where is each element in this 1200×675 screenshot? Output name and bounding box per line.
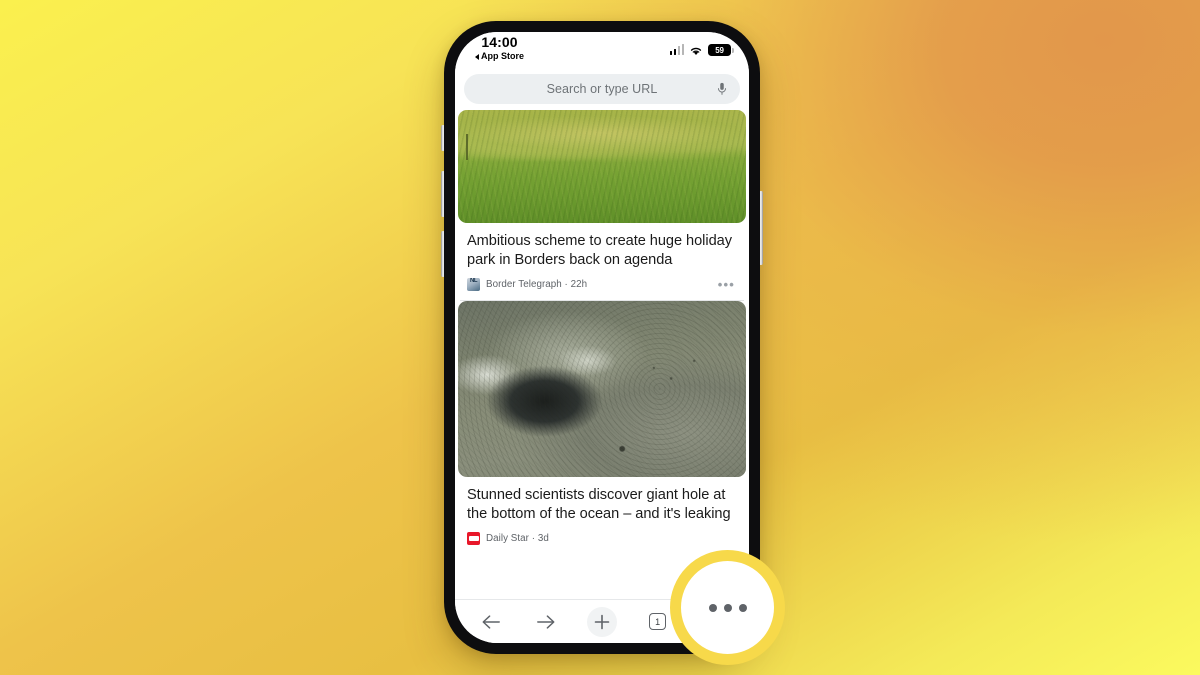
plus-icon — [594, 614, 610, 629]
forward-button[interactable] — [526, 605, 566, 639]
search-input-placeholder: Search or type URL — [546, 81, 658, 96]
new-tab-button-circle — [586, 606, 617, 637]
feed-card-2-source-time: Daily Star · 3d — [486, 533, 549, 544]
feed-card-1-meta: Border Telegraph · 22h ••• — [458, 270, 746, 300]
news-feed[interactable]: Ambitious scheme to create huge holiday … — [455, 110, 749, 599]
feed-card-1-title[interactable]: Ambitious scheme to create huge holiday … — [458, 223, 746, 270]
menu-highlight-ring[interactable] — [670, 550, 785, 665]
back-caret-icon — [475, 53, 479, 60]
status-bar-left: 14:00 App Store — [475, 34, 524, 62]
wifi-icon — [690, 47, 702, 55]
status-time: 14:00 — [481, 34, 518, 50]
ocean-floor-hole-photo[interactable] — [458, 301, 746, 477]
status-bar-right: 59 — [669, 44, 734, 56]
new-tab-button[interactable] — [582, 605, 622, 639]
back-to-app-store-label: App Store — [481, 51, 525, 61]
cellular-bars-icon — [669, 44, 684, 55]
feed-card-2[interactable]: Stunned scientists discover giant hole a… — [458, 301, 746, 554]
border-telegraph-favicon — [467, 278, 480, 291]
feed-card-2-meta: Daily Star · 3d — [458, 524, 746, 554]
three-dots-icon-highlighted[interactable] — [708, 603, 747, 612]
phone-screen: 14:00 App Store 59 Search or type URL Am… — [455, 32, 749, 643]
arrow-right-icon — [537, 614, 555, 629]
battery-icon: 59 — [708, 44, 734, 56]
arrow-left-icon — [482, 614, 500, 629]
ocean-floor-artwork — [458, 301, 746, 477]
back-button[interactable] — [471, 605, 511, 639]
feed-card-2-title[interactable]: Stunned scientists discover giant hole a… — [458, 477, 746, 524]
grass-field-photo[interactable] — [458, 110, 746, 223]
tab-count-badge: 1 — [649, 613, 667, 630]
omnibox-container: Search or type URL — [455, 72, 749, 110]
overflow-menu-icon[interactable]: ••• — [718, 278, 737, 291]
feed-card-1-source-time: Border Telegraph · 22h — [486, 279, 588, 290]
feed-card-1[interactable]: Ambitious scheme to create huge holiday … — [458, 110, 746, 300]
battery-percent-label: 59 — [715, 45, 724, 55]
screenshot-canvas: 14:00 App Store 59 Search or type URL Am… — [0, 0, 1200, 675]
status-bar: 14:00 App Store 59 — [455, 32, 749, 72]
daily-star-favicon — [467, 532, 480, 545]
microphone-icon[interactable] — [716, 82, 728, 96]
search-input[interactable]: Search or type URL — [464, 73, 740, 104]
fence-post-detail — [466, 134, 468, 160]
back-to-app-store-button[interactable]: App Store — [475, 51, 524, 62]
grass-field-artwork — [458, 110, 746, 223]
